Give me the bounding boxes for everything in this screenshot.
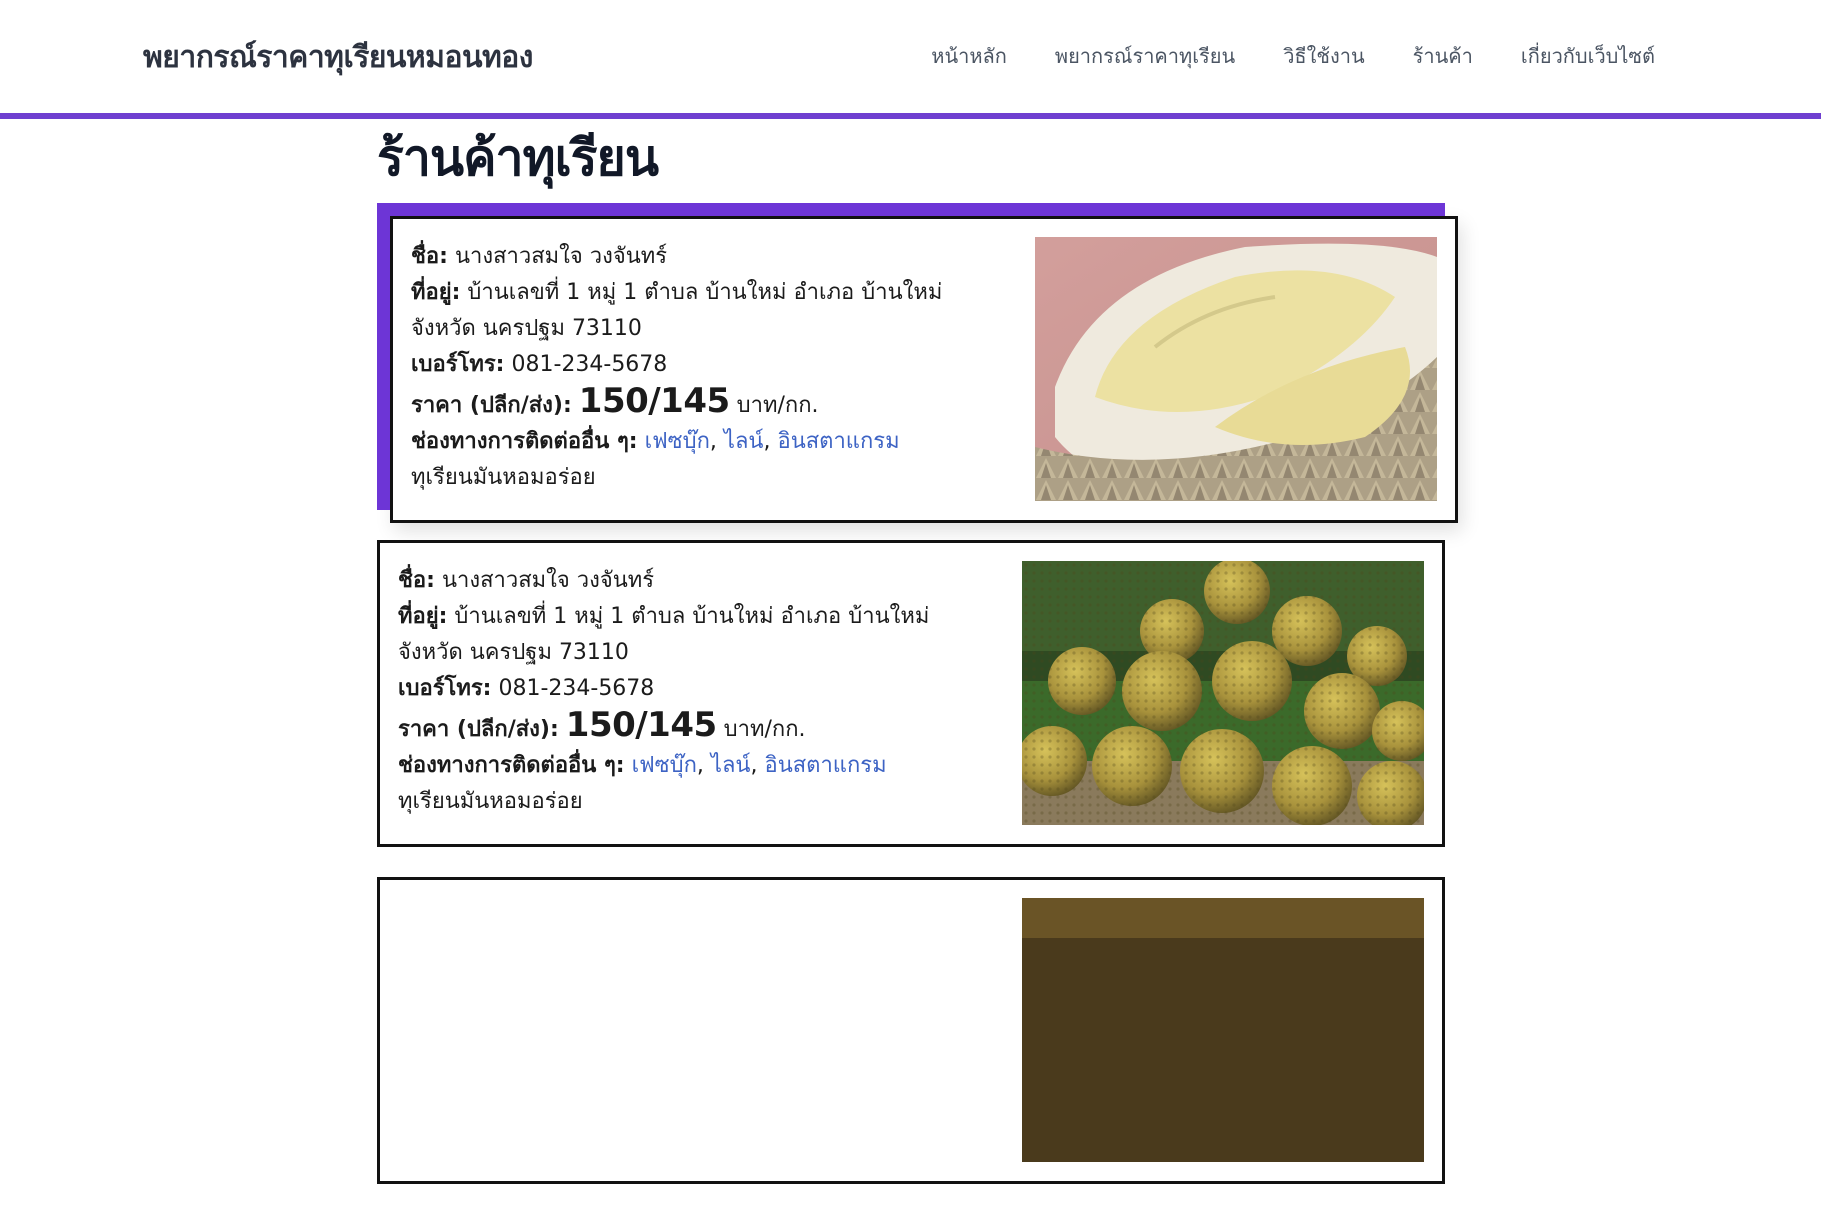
line-link[interactable]: ไลน์ <box>724 429 764 454</box>
shop-info: ชื่อ: นางสาวสมใจ วงจันทร์ ที่อยู่: บ้านเ… <box>411 239 1011 496</box>
facebook-link[interactable]: เฟซบุ๊ก <box>632 753 697 778</box>
channels-label: ช่องทางการติดต่ออื่น ๆ: <box>411 428 638 454</box>
shop-card[interactable] <box>377 876 1445 1184</box>
instagram-link[interactable]: อินสตาแกรม <box>764 753 886 778</box>
channels-label: ช่องทางการติดต่ออื่น ๆ: <box>398 752 625 778</box>
page-title: ร้านค้าทุเรียน <box>377 129 659 187</box>
address-label: ที่อยู่: <box>411 279 461 305</box>
shop-address: บ้านเลขที่ 1 หมู่ 1 ตำบล บ้านใหม่ อำเภอ … <box>411 279 943 341</box>
nav-about[interactable]: เกี่ยวกับเว็บไซต์ <box>1521 40 1655 72</box>
shop-description: ทุเรียนมันหอมอร่อย <box>398 788 583 814</box>
separator: , <box>750 752 758 778</box>
phone-label: เบอร์โทร: <box>398 675 492 701</box>
shop-card[interactable]: ชื่อ: นางสาวสมใจ วงจันทร์ ที่อยู่: บ้านเ… <box>390 215 1458 523</box>
phone-label: เบอร์โทร: <box>411 351 505 377</box>
separator: , <box>709 428 717 454</box>
durian-photo <box>1022 897 1424 1162</box>
instagram-link[interactable]: อินสตาแกรม <box>777 429 899 454</box>
durian-flesh-photo <box>1035 236 1437 501</box>
shop-address: บ้านเลขที่ 1 หมู่ 1 ตำบล บ้านใหม่ อำเภอ … <box>398 603 930 665</box>
site-brand[interactable]: พยากรณ์ราคาทุเรียนหมอนทอง <box>143 34 533 81</box>
nav-forecast[interactable]: พยากรณ์ราคาทุเรียน <box>1055 40 1235 72</box>
shop-name: นางสาวสมใจ วงจันทร์ <box>454 243 668 269</box>
separator: , <box>763 428 771 454</box>
name-label: ชื่อ: <box>411 243 448 269</box>
main-nav: หน้าหลัก พยากรณ์ราคาทุเรียน วิธีใช้งาน ร… <box>931 40 1655 72</box>
nav-shops[interactable]: ร้านค้า <box>1413 40 1473 72</box>
address-label: ที่อยู่: <box>398 603 448 629</box>
shop-list: ชื่อ: นางสาวสมใจ วงจันทร์ ที่อยู่: บ้านเ… <box>377 203 1458 1184</box>
line-link[interactable]: ไลน์ <box>711 753 751 778</box>
main-content: ร้านค้าทุเรียน ชื่อ: นางสาวสมใจ วงจันทร์… <box>377 125 1458 1214</box>
shop-name: นางสาวสมใจ วงจันทร์ <box>441 567 655 593</box>
separator: , <box>696 752 704 778</box>
nav-home[interactable]: หน้าหลัก <box>931 40 1007 72</box>
durian-pile-photo <box>1022 560 1424 825</box>
price-label: ราคา (ปลีก/ส่ง): <box>398 716 559 742</box>
name-label: ชื่อ: <box>398 567 435 593</box>
nav-how-to[interactable]: วิธีใช้งาน <box>1283 40 1364 72</box>
site-header: พยากรณ์ราคาทุเรียนหมอนทอง หน้าหลัก พยากร… <box>0 0 1821 119</box>
price-unit: บาท/กก. <box>736 392 819 418</box>
shop-price: 150/145 <box>565 704 717 745</box>
shop-price: 150/145 <box>578 380 730 421</box>
shop-card[interactable]: ชื่อ: นางสาวสมใจ วงจันทร์ ที่อยู่: บ้านเ… <box>377 539 1445 847</box>
shop-description: ทุเรียนมันหอมอร่อย <box>411 464 596 490</box>
shop-phone: 081-234-5678 <box>498 675 655 701</box>
price-label: ราคา (ปลีก/ส่ง): <box>411 392 572 418</box>
price-unit: บาท/กก. <box>723 716 806 742</box>
facebook-link[interactable]: เฟซบุ๊ก <box>645 429 710 454</box>
shop-info: ชื่อ: นางสาวสมใจ วงจันทร์ ที่อยู่: บ้านเ… <box>398 563 998 820</box>
shop-phone: 081-234-5678 <box>511 351 668 377</box>
